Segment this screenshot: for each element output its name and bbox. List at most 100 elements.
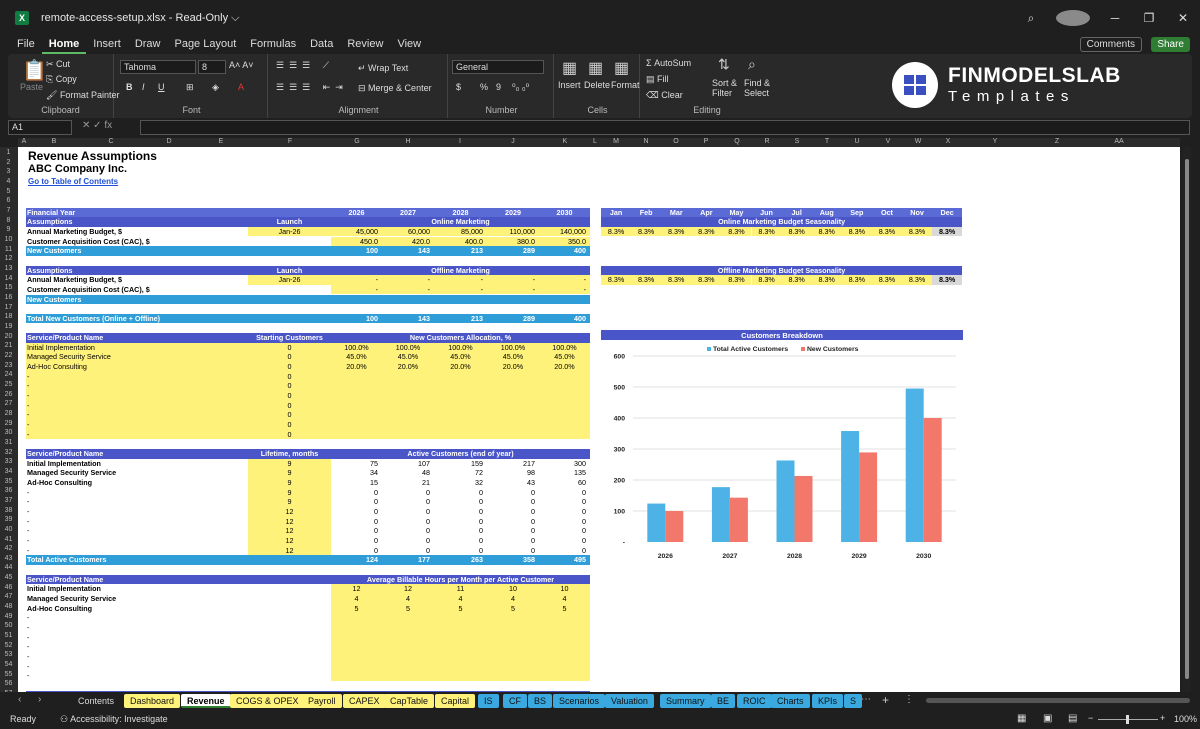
active-mid-cell[interactable]: 9 <box>248 487 331 498</box>
allocation-value-cell[interactable]: 100.0% <box>487 343 539 353</box>
hours-value-cell[interactable] <box>382 623 434 633</box>
row-header[interactable]: 7 <box>0 207 17 214</box>
column-header[interactable]: Z <box>1051 138 1063 145</box>
horizontal-scrollbar[interactable] <box>926 698 1190 703</box>
hours-value-cell[interactable] <box>434 623 487 633</box>
hours-value-cell[interactable] <box>539 671 590 681</box>
allocation-value-cell[interactable] <box>539 391 590 401</box>
row-header[interactable]: 52 <box>0 642 17 649</box>
hours-value-cell[interactable] <box>331 642 382 652</box>
allocation-value-cell[interactable] <box>539 420 590 430</box>
active-value-cell[interactable]: 107 <box>382 459 434 469</box>
page-layout-icon[interactable]: ▣ <box>1043 713 1052 724</box>
borders-icon[interactable]: ⊞ <box>186 82 194 93</box>
active-value-cell[interactable]: 0 <box>487 517 539 527</box>
active-value-cell[interactable]: 0 <box>487 507 539 517</box>
allocation-value-cell[interactable] <box>434 391 487 401</box>
active-mid-cell[interactable]: 12 <box>248 507 331 517</box>
service-name-cell[interactable]: - <box>26 642 248 652</box>
active-value-cell[interactable]: 72 <box>434 468 487 478</box>
hours-value-cell[interactable] <box>434 671 487 681</box>
seasonality-cell[interactable]: 8.3% <box>631 275 662 285</box>
row-header[interactable]: 15 <box>0 284 17 291</box>
sheet-tab-capital[interactable]: Capital <box>435 694 476 708</box>
seasonality-cell[interactable]: 8.3% <box>601 226 632 237</box>
row-header[interactable]: 22 <box>0 352 17 359</box>
comma-button[interactable]: 9 <box>496 82 501 92</box>
allocation-value-cell[interactable]: 100.0% <box>382 343 434 353</box>
allocation-value-cell[interactable] <box>382 381 434 391</box>
row-header[interactable]: 27 <box>0 400 17 407</box>
hours-value-cell[interactable] <box>539 642 590 652</box>
seasonality-cell[interactable]: 8.3% <box>721 226 752 237</box>
service-name-cell[interactable]: - <box>26 381 248 392</box>
seasonality-cell[interactable]: 8.3% <box>932 275 963 285</box>
font-color-icon[interactable]: A <box>238 82 244 92</box>
service-name-cell[interactable]: - <box>26 623 248 633</box>
row-header[interactable]: 12 <box>0 255 17 262</box>
service-name-cell[interactable]: Managed Security Service <box>26 352 248 363</box>
row-header[interactable]: 29 <box>0 420 17 427</box>
formula-input[interactable] <box>140 120 1190 135</box>
allocation-value-cell[interactable]: 20.0% <box>331 362 382 372</box>
hours-value-cell[interactable]: 11 <box>434 584 487 594</box>
row-header[interactable]: 35 <box>0 478 17 485</box>
seasonality-cell[interactable]: 8.3% <box>902 275 933 285</box>
seasonality-cell[interactable]: 8.3% <box>932 226 963 237</box>
row-header[interactable]: 9 <box>0 226 17 233</box>
allocation-mid-cell[interactable]: 0 <box>248 400 331 411</box>
row-header[interactable]: 55 <box>0 671 17 678</box>
service-name-cell[interactable]: Initial Implementation <box>26 459 248 469</box>
clear-button[interactable]: ⌫ Clear <box>646 90 683 101</box>
hours-value-cell[interactable] <box>382 662 434 672</box>
zoom-out-icon[interactable]: − <box>1088 713 1093 723</box>
active-value-cell[interactable]: 0 <box>434 497 487 507</box>
hours-value-cell[interactable] <box>487 642 539 652</box>
row-header[interactable]: 2 <box>0 159 17 166</box>
allocation-value-cell[interactable] <box>487 372 539 382</box>
allocation-value-cell[interactable] <box>487 430 539 440</box>
column-header[interactable]: M <box>610 138 622 145</box>
avatar[interactable] <box>1056 10 1090 26</box>
hours-value-cell[interactable] <box>539 633 590 643</box>
active-value-cell[interactable]: 60 <box>539 478 590 488</box>
service-name-cell[interactable]: - <box>26 633 248 643</box>
sheet-tab-contents[interactable]: Contents <box>72 694 120 708</box>
row-header[interactable]: 32 <box>0 449 17 456</box>
row-header[interactable]: 21 <box>0 342 17 349</box>
tab-options-icon[interactable]: ⋮ <box>904 694 914 705</box>
fill-button[interactable]: ▤ Fill <box>646 74 669 85</box>
service-name-cell[interactable]: - <box>26 517 248 527</box>
allocation-value-cell[interactable]: 45.0% <box>487 352 539 362</box>
allocation-value-cell[interactable] <box>382 420 434 430</box>
horizontal-align-icons[interactable]: ☰☰☰ ⇤⇥ <box>276 82 348 93</box>
row-header[interactable]: 46 <box>0 584 17 591</box>
row-header[interactable]: 31 <box>0 439 17 446</box>
service-name-cell[interactable]: - <box>26 497 248 507</box>
row-header[interactable]: 44 <box>0 564 17 571</box>
row-header[interactable]: 24 <box>0 371 17 378</box>
active-value-cell[interactable]: 0 <box>434 507 487 517</box>
active-value-cell[interactable]: 0 <box>382 526 434 536</box>
row-header[interactable]: 40 <box>0 526 17 533</box>
column-header[interactable]: C <box>105 138 117 145</box>
sheet-tab-s[interactable]: S <box>844 694 863 708</box>
vertical-align-icons[interactable]: ☰☰☰ ⟋ <box>276 60 334 71</box>
sheet-tab-cogs-opex[interactable]: COGS & OPEX <box>230 694 305 708</box>
active-value-cell[interactable]: 0 <box>331 497 382 507</box>
allocation-value-cell[interactable]: 20.0% <box>487 362 539 372</box>
active-mid-cell[interactable]: 9 <box>248 478 331 488</box>
sheet-tab-summary[interactable]: Summary <box>660 694 711 708</box>
minimize-icon[interactable]: ─ <box>1098 11 1132 25</box>
sheet-tab-revenue[interactable]: Revenue <box>181 694 231 708</box>
hours-value-cell[interactable]: 5 <box>382 604 434 614</box>
allocation-mid-cell[interactable]: 0 <box>248 391 331 401</box>
hours-value-cell[interactable] <box>434 662 487 672</box>
active-value-cell[interactable]: 0 <box>487 546 539 556</box>
add-sheet-icon[interactable]: + <box>882 693 889 707</box>
delete-button[interactable]: Delete <box>584 80 610 90</box>
launch-date-cell[interactable]: Jan-26 <box>248 226 331 237</box>
column-header[interactable]: U <box>851 138 863 145</box>
row-header[interactable]: 18 <box>0 313 17 320</box>
service-name-cell[interactable]: - <box>26 526 248 536</box>
